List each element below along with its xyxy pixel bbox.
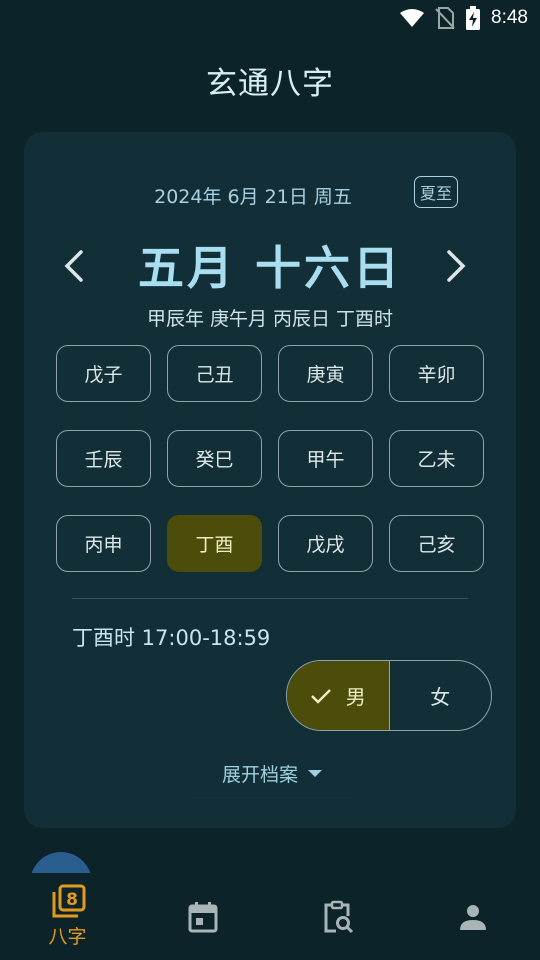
gender-toggle: 男 女 <box>286 660 492 731</box>
hour-button[interactable]: 戊戌 <box>278 515 373 572</box>
lunar-date[interactable]: 五月 十六日 <box>138 232 402 298</box>
tab-profile[interactable] <box>405 873 540 960</box>
hour-button[interactable]: 己丑 <box>167 345 262 402</box>
expand-profile-label: 展开档案 <box>221 764 298 786</box>
hour-button[interactable]: 癸巳 <box>167 430 262 487</box>
clipboard-search-icon <box>324 900 353 933</box>
hour-button[interactable]: 庚寅 <box>278 345 373 402</box>
calendar-icon <box>188 901 217 932</box>
check-icon <box>310 688 331 704</box>
status-time: 8:48 <box>491 7 528 28</box>
tab-bazi-label: 八字 <box>48 926 87 948</box>
ganzhi-line: 甲辰年 庚午月 丙辰日 丁酉时 <box>146 308 394 330</box>
hour-button[interactable]: 壬辰 <box>56 430 151 487</box>
solar-term-badge: 夏至 <box>414 176 458 208</box>
selected-hour-range: 丁酉时 17:00-18:59 <box>72 626 271 650</box>
chevron-left-icon <box>64 250 83 282</box>
chevron-right-icon <box>447 250 466 282</box>
next-day-button[interactable] <box>438 248 474 284</box>
lunar-date-row: 五月 十六日 <box>24 232 516 298</box>
hour-button[interactable]: 乙未 <box>389 430 484 487</box>
no-sim-icon <box>435 7 455 29</box>
hour-button-selected[interactable]: 丁酉 <box>167 515 262 572</box>
hour-button[interactable]: 甲午 <box>278 430 373 487</box>
hour-button[interactable]: 辛卯 <box>389 345 484 402</box>
battery-charging-icon <box>466 6 481 30</box>
gender-female-option[interactable]: 女 <box>390 661 492 730</box>
expand-profile-button[interactable]: 展开档案 <box>192 750 352 798</box>
tab-calendar[interactable] <box>135 873 270 960</box>
previous-day-button[interactable] <box>56 248 92 284</box>
hour-button[interactable]: 己亥 <box>389 515 484 572</box>
bottom-navigation: 8 八字 <box>0 873 540 960</box>
hour-picker-grid: 戊子 己丑 庚寅 辛卯 壬辰 癸巳 甲午 乙未 丙申 丁酉 戊戌 己亥 <box>56 345 484 572</box>
hour-button[interactable]: 戊子 <box>56 345 151 402</box>
divider <box>72 598 468 599</box>
caret-down-icon <box>308 770 322 777</box>
status-bar: 8:48 <box>0 0 540 36</box>
hour-button[interactable]: 丙申 <box>56 515 151 572</box>
tab-records-search[interactable] <box>270 873 405 960</box>
svg-text:8: 8 <box>66 890 78 910</box>
wifi-icon <box>400 9 425 27</box>
person-icon <box>459 904 486 930</box>
app-title: 玄通八字 <box>206 66 334 102</box>
date-picker-card: 2024年 6月 21日 周五 夏至 五月 十六日 甲辰年 庚午月 丙辰日 丁酉… <box>24 132 516 828</box>
gender-male-label: 男 <box>345 685 366 709</box>
gender-male-option[interactable]: 男 <box>287 661 390 730</box>
bazi-tab-icon: 8 <box>52 884 85 918</box>
gender-female-label: 女 <box>430 685 451 709</box>
tab-bazi[interactable]: 8 八字 <box>0 873 135 960</box>
